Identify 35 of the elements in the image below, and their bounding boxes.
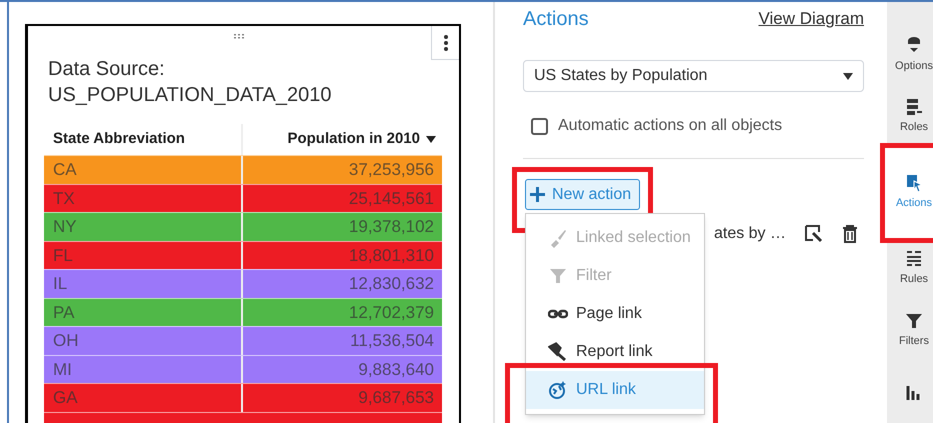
- column-header[interactable]: Population in 2010: [243, 124, 442, 155]
- sidebar-tab[interactable]: Rules: [887, 238, 933, 300]
- table-cell-text: 9,687,653: [357, 387, 435, 409]
- sidebar-tab[interactable]: Roles: [887, 86, 933, 148]
- checkbox[interactable]: [531, 118, 548, 134]
- dropdown-caret-icon: [843, 72, 853, 80]
- table-cell-text: 19,378,102: [348, 216, 435, 238]
- menu-item[interactable]: Page link: [526, 295, 704, 333]
- view-diagram-link[interactable]: View Diagram: [758, 6, 864, 32]
- globe-icon: [548, 380, 568, 400]
- table-cell-text: 25,145,561: [348, 188, 435, 210]
- panel-title: Actions: [523, 7, 589, 32]
- action-name: ates by …: [714, 224, 786, 244]
- table-title-line: US_POPULATION_DATA_2010: [48, 83, 332, 108]
- trash-icon[interactable]: [842, 225, 858, 243]
- table-cell-text: 37,253,956: [348, 159, 435, 181]
- filter-icon: [548, 266, 568, 286]
- sidebar-tab[interactable]: Options: [887, 24, 933, 86]
- table-title-line: Data Source:: [48, 57, 166, 82]
- table-cell-text: 11,536,504: [349, 330, 435, 352]
- table-cell-text: 12,702,379: [348, 302, 435, 324]
- sidebar-tab[interactable]: Filters: [887, 299, 933, 362]
- sidebar-tab[interactable]: Actions: [887, 148, 933, 238]
- more-vertical-icon: [444, 34, 448, 50]
- sort-caret-icon: [426, 136, 436, 143]
- table-cell-text: 12,830,632: [348, 273, 435, 295]
- table-cell-text: 9,883,640: [357, 358, 435, 380]
- more-options-button[interactable]: [431, 26, 459, 60]
- plus-icon: [529, 186, 546, 203]
- table-cell-text: 18,801,310: [348, 244, 435, 266]
- edit-icon[interactable]: [804, 224, 824, 244]
- drag-handle-icon[interactable]: [234, 34, 244, 39]
- object-dropdown[interactable]: US States by Population: [523, 60, 864, 92]
- checkbox-label: Automatic actions on all objects: [558, 116, 782, 136]
- roles-icon: [904, 97, 924, 118]
